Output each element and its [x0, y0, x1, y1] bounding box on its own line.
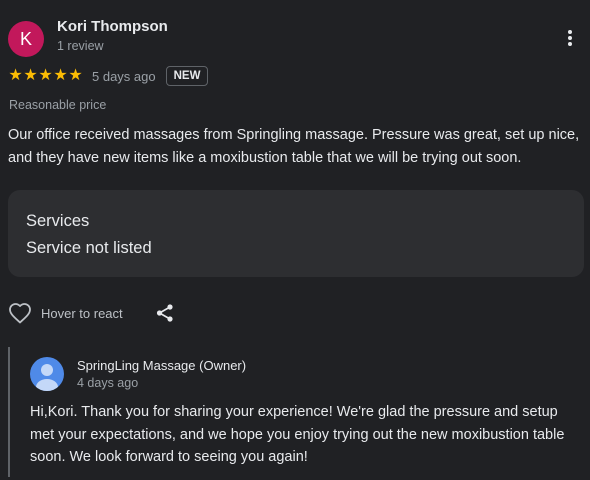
star-rating: ★ ★ ★ ★ ★ — [8, 67, 83, 85]
owner-name: SpringLing Massage (Owner) — [77, 358, 247, 373]
owner-reply-text: Hi,Kori. Thank you for sharing your expe… — [30, 404, 565, 465]
services-title: Services — [26, 212, 90, 230]
more-options-button[interactable] — [560, 28, 580, 48]
reviewer-name[interactable]: Kori Thompson — [57, 18, 168, 35]
services-value: Service not listed — [26, 239, 152, 257]
rating-row: ★ ★ ★ ★ ★ 5 days ago NEW — [8, 66, 209, 86]
star-icon: ★ — [23, 67, 38, 84]
react-label[interactable]: Hover to react — [41, 306, 123, 321]
more-vert-icon — [568, 30, 572, 34]
avatar[interactable]: K — [8, 21, 44, 57]
owner-reply: SpringLing Massage (Owner) 4 days ago Hi… — [8, 347, 588, 477]
owner-reply-date: 4 days ago — [77, 376, 139, 390]
heart-icon[interactable] — [8, 302, 32, 324]
star-icon: ★ — [53, 67, 68, 84]
review-date: 5 days ago — [92, 68, 156, 84]
review-card: K Kori Thompson 1 review ★ ★ ★ ★ ★ 5 day… — [0, 0, 590, 480]
star-icon: ★ — [68, 67, 83, 84]
star-icon: ★ — [8, 67, 23, 84]
owner-avatar — [30, 357, 64, 391]
share-icon[interactable] — [155, 303, 175, 323]
review-tag: Reasonable price — [9, 98, 107, 112]
reviewer-review-count: 1 review — [57, 39, 104, 53]
review-actions: Hover to react — [8, 302, 175, 324]
new-badge: NEW — [165, 66, 209, 86]
services-box: Services Service not listed — [8, 190, 584, 277]
review-text: Our office received massages from Spring… — [8, 127, 580, 166]
person-icon — [36, 364, 58, 391]
star-icon: ★ — [38, 67, 53, 84]
